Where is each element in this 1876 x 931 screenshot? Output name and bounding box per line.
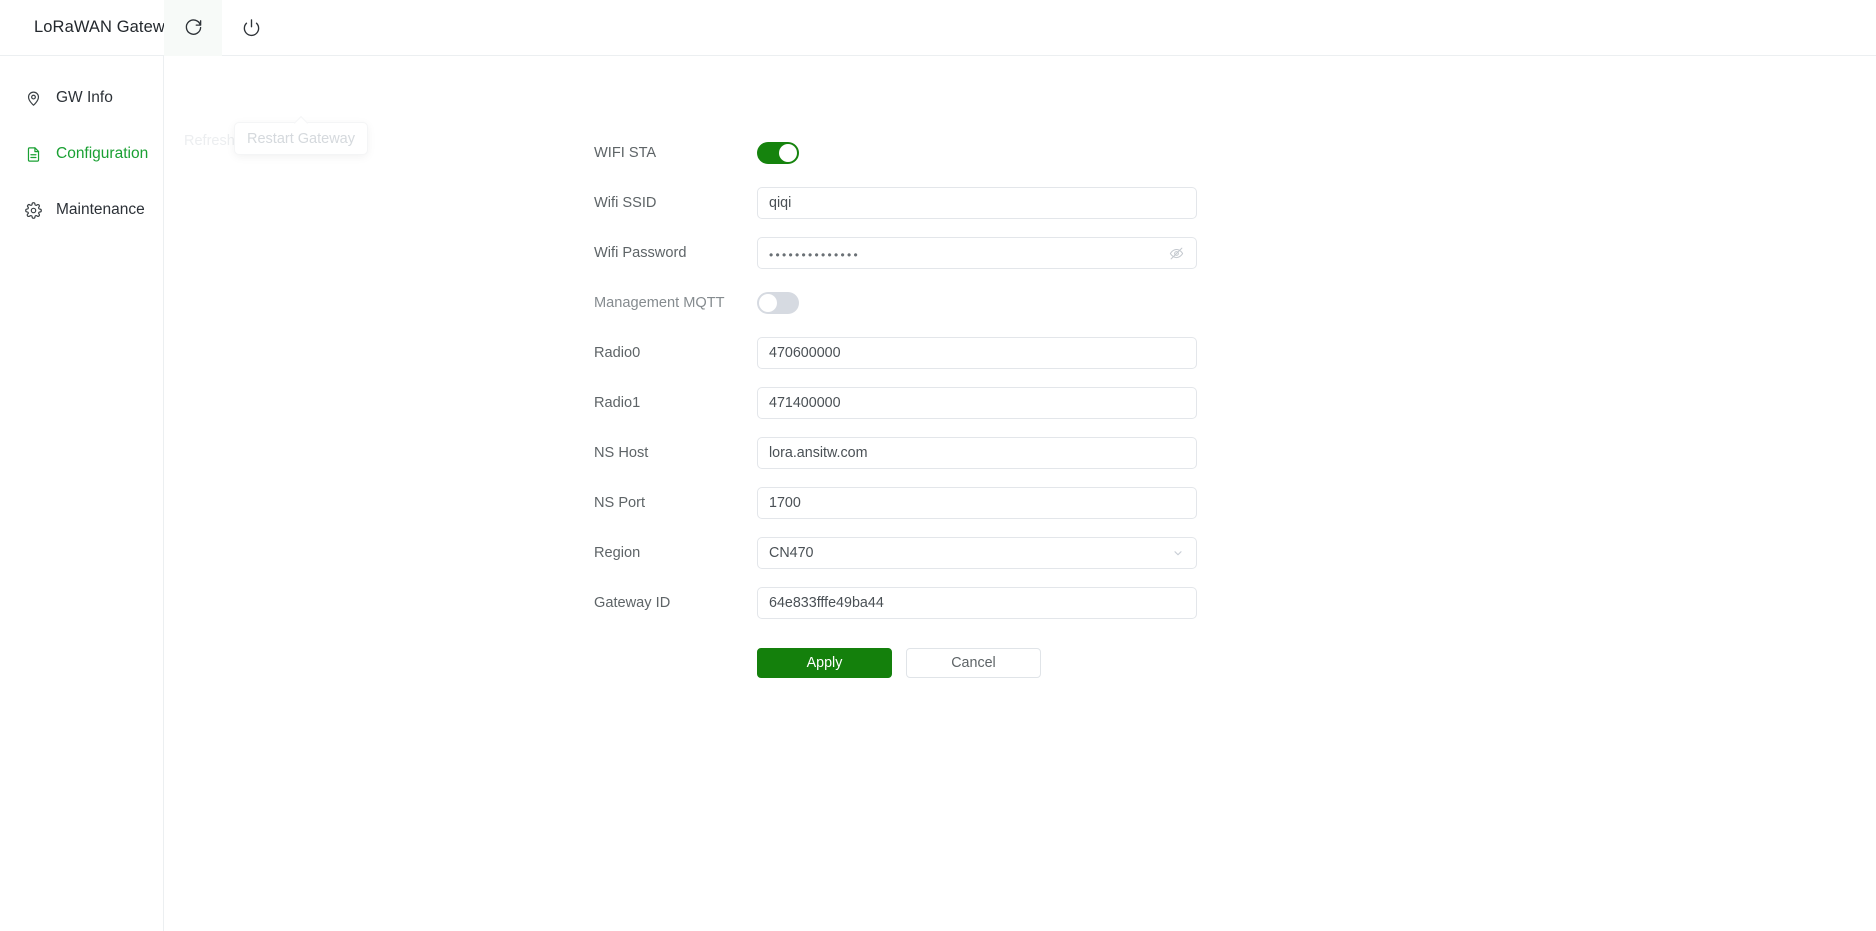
radio0-value: 470600000 [769, 345, 841, 361]
sidebar-item-label: Maintenance [56, 201, 145, 218]
management-mqtt-label: Management MQTT [594, 295, 725, 311]
sidebar-item-maintenance[interactable]: Maintenance [0, 190, 163, 230]
sidebar-item-label: Configuration [56, 145, 149, 162]
radio0-field: 470600000 [757, 337, 1197, 369]
chevron-down-icon[interactable] [1171, 546, 1185, 560]
location-pin-icon [24, 89, 42, 107]
ns-host-value: lora.ansitw.com [769, 445, 868, 461]
document-icon [24, 145, 42, 163]
radio1-field: 471400000 [757, 387, 1197, 419]
region-label: Region [594, 545, 641, 561]
toggle-knob [759, 294, 777, 312]
region-select[interactable]: CN470 [757, 537, 1197, 569]
app-root: LoRaWAN Gateway GW Info Configuration Ma… [0, 0, 1876, 931]
ns-port-value: 1700 [769, 495, 801, 511]
wifi-sta-toggle[interactable] [757, 142, 799, 164]
sidebar-item-gw-info[interactable]: GW Info [0, 78, 163, 118]
form-actions: Apply Cancel [594, 648, 1294, 678]
region-value: CN470 [769, 545, 814, 561]
wifi-sta-label: WIFI STA [594, 145, 657, 161]
wifi-ssid-label: Wifi SSID [594, 195, 657, 211]
refresh-icon [184, 18, 203, 37]
gateway-id-value: 64e833fffe49ba44 [769, 595, 884, 611]
form-row-wifi-ssid: Wifi SSID qiqi [594, 178, 1294, 228]
form-row-region: Region CN470 [594, 528, 1294, 578]
wifi-password-input[interactable]: •••••••••••••• [757, 237, 1197, 269]
gateway-id-field: 64e833fffe49ba44 [757, 587, 1197, 619]
form-row-ns-port: NS Port 1700 [594, 478, 1294, 528]
form-row-ns-host: NS Host lora.ansitw.com [594, 428, 1294, 478]
apply-button[interactable]: Apply [757, 648, 892, 678]
gear-icon [24, 201, 42, 219]
ns-port-input[interactable]: 1700 [757, 487, 1197, 519]
sidebar-item-configuration[interactable]: Configuration [0, 134, 163, 174]
ns-host-label: NS Host [594, 445, 649, 461]
wifi-password-value: •••••••••••••• [769, 247, 861, 261]
wifi-ssid-input[interactable]: qiqi [757, 187, 1197, 219]
wifi-password-field: •••••••••••••• [757, 237, 1197, 269]
form-row-radio0: Radio0 470600000 [594, 328, 1294, 378]
restart-gateway-button[interactable] [222, 0, 280, 56]
ns-port-field: 1700 [757, 487, 1197, 519]
radio1-value: 471400000 [769, 395, 841, 411]
form-row-wifi-sta: WIFI STA [594, 128, 1294, 178]
power-icon [242, 18, 261, 37]
configuration-form: WIFI STA Wifi SSID qiqi Wifi Password ••… [594, 128, 1294, 678]
ns-host-input[interactable]: lora.ansitw.com [757, 437, 1197, 469]
gateway-id-input[interactable]: 64e833fffe49ba44 [757, 587, 1197, 619]
gateway-id-label: Gateway ID [594, 595, 671, 611]
app-title: LoRaWAN Gateway [34, 18, 183, 36]
eye-off-icon[interactable] [1167, 244, 1185, 262]
radio1-label: Radio1 [594, 395, 641, 411]
tooltip-restart-gateway: Restart Gateway [234, 122, 368, 155]
form-row-gateway-id: Gateway ID 64e833fffe49ba44 [594, 578, 1294, 628]
app-body: GW Info Configuration Maintenance Refres… [0, 56, 1876, 931]
wifi-ssid-value: qiqi [769, 195, 792, 211]
app-header: LoRaWAN Gateway [0, 0, 1876, 56]
region-field: CN470 [757, 537, 1197, 569]
wifi-ssid-field: qiqi [757, 187, 1197, 219]
form-row-management-mqtt: Management MQTT [594, 278, 1294, 328]
sidebar: GW Info Configuration Maintenance [0, 56, 164, 931]
form-row-wifi-password: Wifi Password •••••••••••••• [594, 228, 1294, 278]
ns-host-field: lora.ansitw.com [757, 437, 1197, 469]
ns-port-label: NS Port [594, 495, 646, 511]
form-row-radio1: Radio1 471400000 [594, 378, 1294, 428]
radio0-label: Radio0 [594, 345, 641, 361]
radio0-input[interactable]: 470600000 [757, 337, 1197, 369]
toggle-knob [779, 144, 797, 162]
wifi-password-label: Wifi Password [594, 245, 687, 261]
radio1-input[interactable]: 471400000 [757, 387, 1197, 419]
sidebar-item-label: GW Info [56, 89, 113, 106]
content-area: Refresh Page Restart Gateway WIFI STA Wi… [164, 56, 1876, 931]
cancel-button[interactable]: Cancel [906, 648, 1041, 678]
management-mqtt-toggle[interactable] [757, 292, 799, 314]
refresh-page-button[interactable] [164, 0, 222, 56]
